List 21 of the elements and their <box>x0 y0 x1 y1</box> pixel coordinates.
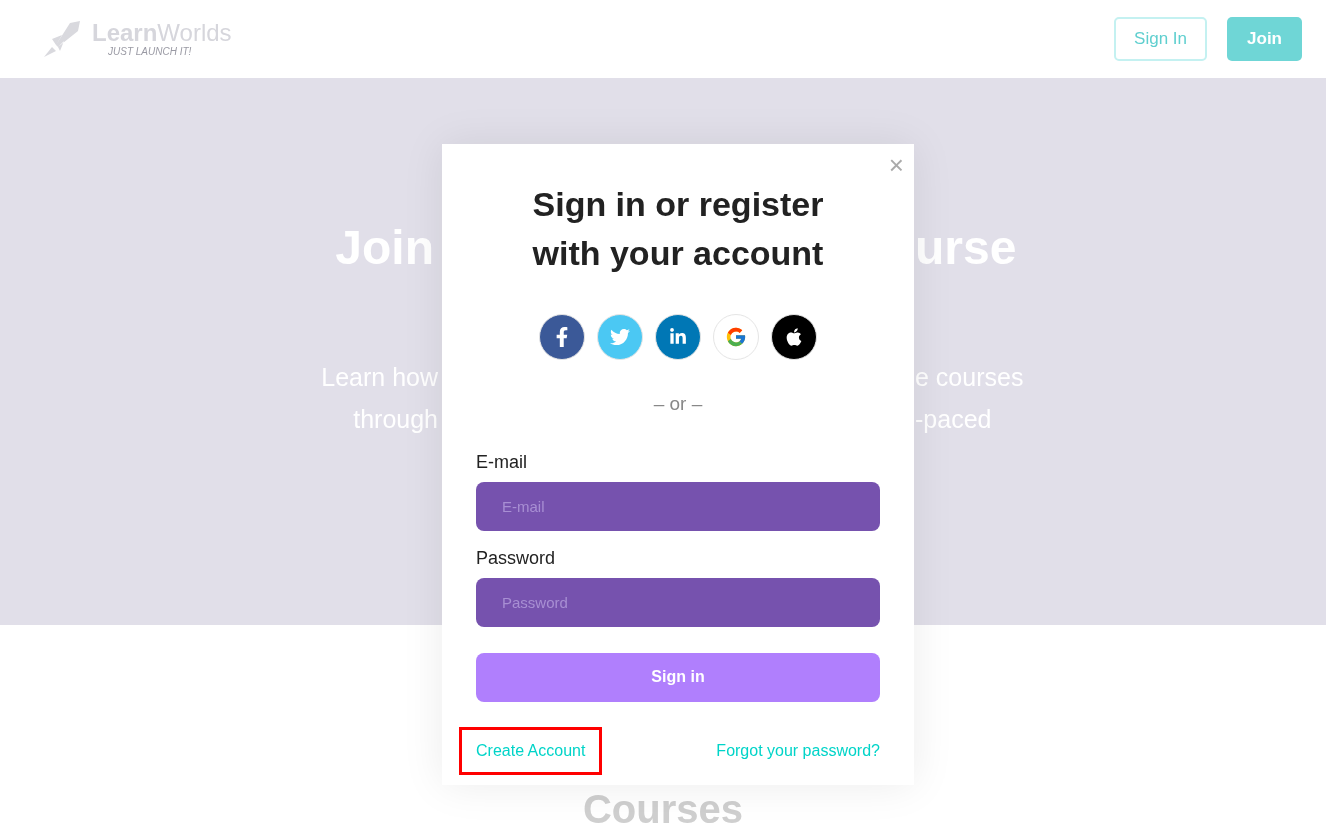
email-field[interactable]: E-mail <box>476 481 880 531</box>
field-label: Password <box>476 546 557 570</box>
google-login-button[interactable] <box>713 314 759 360</box>
apple-login-button[interactable] <box>771 314 817 360</box>
field-label: E-mail <box>476 450 528 474</box>
facebook-login-button[interactable] <box>539 314 585 360</box>
apple-icon <box>784 327 804 347</box>
create-account-link[interactable]: Create Account <box>476 740 586 761</box>
google-icon <box>725 326 747 348</box>
close-button[interactable]: × <box>888 152 904 178</box>
linkedin-icon <box>669 328 687 346</box>
sign-in-submit-button[interactable]: Sign in <box>476 652 880 702</box>
sign-in-button[interactable]: Sign In <box>1114 17 1208 61</box>
bird-icon <box>610 327 630 347</box>
logo-tagline: JUST LAUNCH IT! <box>108 47 193 57</box>
join-button[interactable]: Join <box>1227 17 1302 61</box>
linkedin-login-button[interactable] <box>655 314 701 360</box>
forgot-password-link[interactable]: Forgot your password? <box>716 740 880 761</box>
password-field[interactable]: Password <box>476 577 880 627</box>
dialog-title: Sign in or register with your account <box>531 184 825 274</box>
or-divider: – or – <box>653 392 703 416</box>
